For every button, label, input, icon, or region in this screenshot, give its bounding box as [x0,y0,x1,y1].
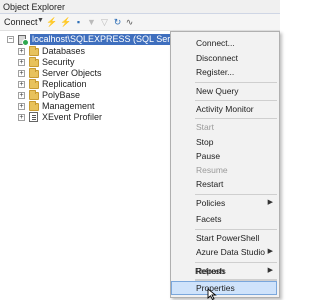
menu-item-start: Start [196,122,214,132]
menu-item-start-powershell[interactable]: Start PowerShell [172,231,278,245]
menu-separator [195,118,277,119]
menu-item-properties[interactable]: Properties [171,281,277,295]
menu-item-resume: Resume [196,165,228,175]
tree-node-label[interactable]: Management [42,101,95,111]
submenu-arrow-icon: ▶ [267,199,273,206]
tree-node-label[interactable]: Replication [42,79,87,89]
folder-icon [29,68,39,78]
folder-icon [29,79,39,89]
chevron-down-icon[interactable]: ▼ [37,17,44,24]
tree-node-label[interactable]: PolyBase [42,90,80,100]
menu-item-activity-monitor[interactable]: Activity Monitor [172,102,278,116]
expand-icon[interactable]: + [18,81,25,88]
folder-icon [29,90,39,100]
tree-node-label[interactable]: XEvent Profiler [42,112,102,122]
expand-icon[interactable]: + [18,48,25,55]
menu-separator [195,100,277,101]
menu-item-disconnect[interactable]: Disconnect [172,51,278,65]
refresh-icon[interactable]: ↻ [112,16,123,28]
menu-item-azure-data-studio[interactable]: Azure Data Studio ▶ [172,245,278,259]
profiler-icon [29,112,38,122]
menu-separator [195,82,277,83]
tree-node-label[interactable]: Server Objects [42,68,102,78]
menu-item-refresh[interactable]: Refresh [171,264,277,278]
expand-icon[interactable]: + [18,59,25,66]
context-menu: Connect... Disconnect Register... New Qu… [170,31,280,298]
expand-icon[interactable]: + [18,114,25,121]
menu-item-label: Policies [196,198,226,208]
folder-icon [29,46,39,56]
expand-icon[interactable]: + [18,92,25,99]
connect-icon[interactable]: ⚡ [46,16,57,28]
menu-item-policies[interactable]: Policies ▶ [172,196,278,210]
window-title: Object Explorer [3,2,66,12]
activity-icon[interactable]: ∿ [124,16,135,28]
menu-item-new-query[interactable]: New Query [172,84,278,98]
expand-icon[interactable]: + [18,103,25,110]
folder-icon [29,101,39,111]
menu-separator [195,262,277,263]
tree-node-xevent-profiler[interactable]: + XEvent Profiler [0,111,170,123]
disconnect-icon[interactable]: ⚡ [60,16,71,28]
menu-separator [195,194,277,195]
collapse-icon[interactable]: − [7,36,14,43]
tree-node-label[interactable]: Databases [42,46,85,56]
toolbar: Connect ▼ ⚡ ⚡ ▪ ▼ ▽ ↻ ∿ [0,14,280,31]
menu-item-connect[interactable]: Connect... [172,36,278,50]
menu-item-restart[interactable]: Restart [172,177,278,191]
menu-item-register[interactable]: Register... [172,65,278,79]
filter-icon: ▼ [87,17,96,27]
expand-icon[interactable]: + [18,70,25,77]
disconnect-icon[interactable]: ▪ [73,16,84,28]
menu-separator [195,279,277,280]
tree-node-label[interactable]: Security [42,57,75,67]
filter-icon: ▽ [101,17,108,27]
menu-separator [195,229,277,230]
object-explorer-titlebar: Object Explorer [0,0,280,14]
connect-dropdown-label[interactable]: Connect [4,17,38,27]
submenu-arrow-icon: ▶ [267,248,273,255]
server-icon [18,35,29,46]
folder-icon [29,57,39,67]
menu-item-pause[interactable]: Pause [172,149,278,163]
menu-item-stop[interactable]: Stop [172,135,278,149]
menu-item-facets[interactable]: Facets [172,212,278,226]
menu-item-label: Azure Data Studio [196,247,265,257]
